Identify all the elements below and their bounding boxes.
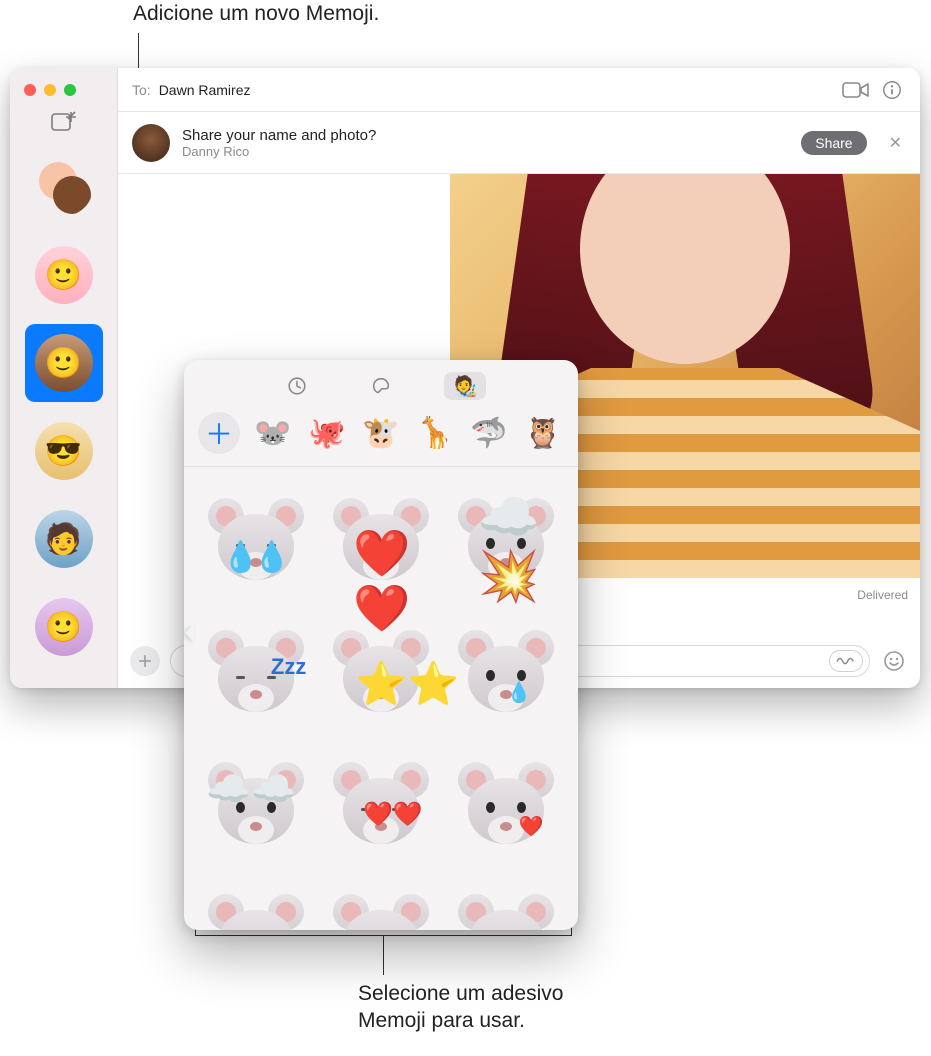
apps-button[interactable] (130, 646, 160, 676)
share-button[interactable]: Share (801, 131, 866, 155)
avatar: 😎 (35, 422, 93, 480)
callout-line (383, 935, 384, 975)
callout-text-line1: Selecione um adesivo (358, 980, 563, 1007)
memoji-character-octopus[interactable]: 🐙 (306, 412, 348, 454)
audio-message-button[interactable] (829, 650, 863, 672)
sticker-mouse-heart-cheek[interactable]: ❤️ (445, 741, 566, 869)
avatar (132, 124, 170, 162)
details-info-button[interactable] (878, 79, 906, 101)
sticker-mouse-kiss-hearts[interactable]: ❤️❤️ (321, 741, 442, 869)
sticker-mouse-angry[interactable] (321, 873, 442, 930)
to-name: Dawn Ramirez (159, 82, 251, 98)
memoji-character-shark[interactable]: 🦈 (468, 412, 510, 454)
dismiss-banner-button[interactable]: ✕ (879, 133, 906, 153)
minimize-window-button[interactable] (44, 84, 56, 96)
delivery-status: Delivered (857, 588, 908, 602)
facetime-video-button[interactable] (842, 79, 870, 101)
sticker-mouse-laugh-tears[interactable]: 💧💧 (196, 477, 317, 605)
sticker-mouse-worried[interactable] (196, 873, 317, 930)
sticker-mouse-star-struck[interactable]: ⭐⭐ (321, 609, 442, 737)
to-label: To: (132, 82, 151, 98)
callout-select-sticker: Selecione um adesivo Memoji para usar. (358, 980, 563, 1035)
conversation-header: To: Dawn Ramirez (118, 68, 920, 112)
sidebar-item-conversation[interactable]: 🧑 (25, 500, 103, 578)
window-controls (10, 74, 117, 106)
tab-stickers[interactable] (360, 372, 402, 400)
callout-text-line2: Memoji para usar. (358, 1007, 563, 1034)
sticker-mouse-heart-eyes[interactable]: ❤️❤️ (321, 477, 442, 605)
sidebar-item-conversation[interactable] (25, 148, 103, 226)
add-memoji-button[interactable]: ＋ (198, 412, 240, 454)
conversation-sidebar: 🙂 🙂 😎 🧑 🙂 (10, 68, 118, 688)
tab-memoji[interactable]: 🧑‍🎨 (444, 372, 486, 400)
memoji-character-mouse[interactable]: 🐭 (252, 412, 294, 454)
avatar: 🧑 (35, 510, 93, 568)
sidebar-item-conversation[interactable]: 🙂 (25, 236, 103, 314)
sidebar-item-conversation[interactable]: 😎 (25, 412, 103, 490)
banner-text: Share your name and photo? Danny Rico (182, 127, 376, 159)
memoji-sticker-panel: 🧑‍🎨 ＋ 🐭 🐙 🐮 🦒 🦈 🦉 💧💧 ❤️❤️ ☁️💥 (184, 360, 578, 930)
memoji-tab-row: 🧑‍🎨 (184, 360, 578, 408)
sticker-mouse-in-clouds[interactable]: ☁️☁️ (196, 741, 317, 869)
sticker-mouse-mind-blown[interactable]: ☁️💥 (445, 477, 566, 605)
emoji-picker-button[interactable] (880, 647, 908, 675)
avatar: 🙂 (35, 334, 93, 392)
memoji-sticker-grid: 💧💧 ❤️❤️ ☁️💥 Zzz ⭐⭐ 💧 (184, 467, 578, 930)
avatar: 🙂 (35, 598, 93, 656)
banner-title: Share your name and photo? (182, 127, 376, 144)
memoji-character-row: ＋ 🐭 🐙 🐮 🦒 🦈 🦉 (184, 408, 578, 467)
zoom-window-button[interactable] (64, 84, 76, 96)
sidebar-item-conversation[interactable]: 🙂 (25, 324, 103, 402)
sticker-mouse-sleeping[interactable]: Zzz (196, 609, 317, 737)
tab-recents[interactable] (276, 372, 318, 400)
close-window-button[interactable] (24, 84, 36, 96)
memoji-character-owl[interactable]: 🦉 (522, 412, 564, 454)
sidebar-item-conversation[interactable]: 🙂 (25, 588, 103, 666)
memoji-character-giraffe[interactable]: 🦒 (414, 412, 456, 454)
avatar: 🙂 (35, 246, 93, 304)
memoji-character-cow[interactable]: 🐮 (360, 412, 402, 454)
memoji-tab-icon: 🧑‍🎨 (453, 374, 478, 399)
compose-button[interactable] (50, 110, 78, 134)
avatar (35, 158, 93, 216)
sticker-mouse-sad-tear[interactable]: 💧 (445, 609, 566, 737)
banner-subtitle: Danny Rico (182, 144, 376, 159)
callout-add-memoji: Adicione um novo Memoji. (133, 2, 379, 26)
sticker-mouse-sweat[interactable]: 💧 (445, 873, 566, 930)
share-name-photo-banner: Share your name and photo? Danny Rico Sh… (118, 112, 920, 174)
